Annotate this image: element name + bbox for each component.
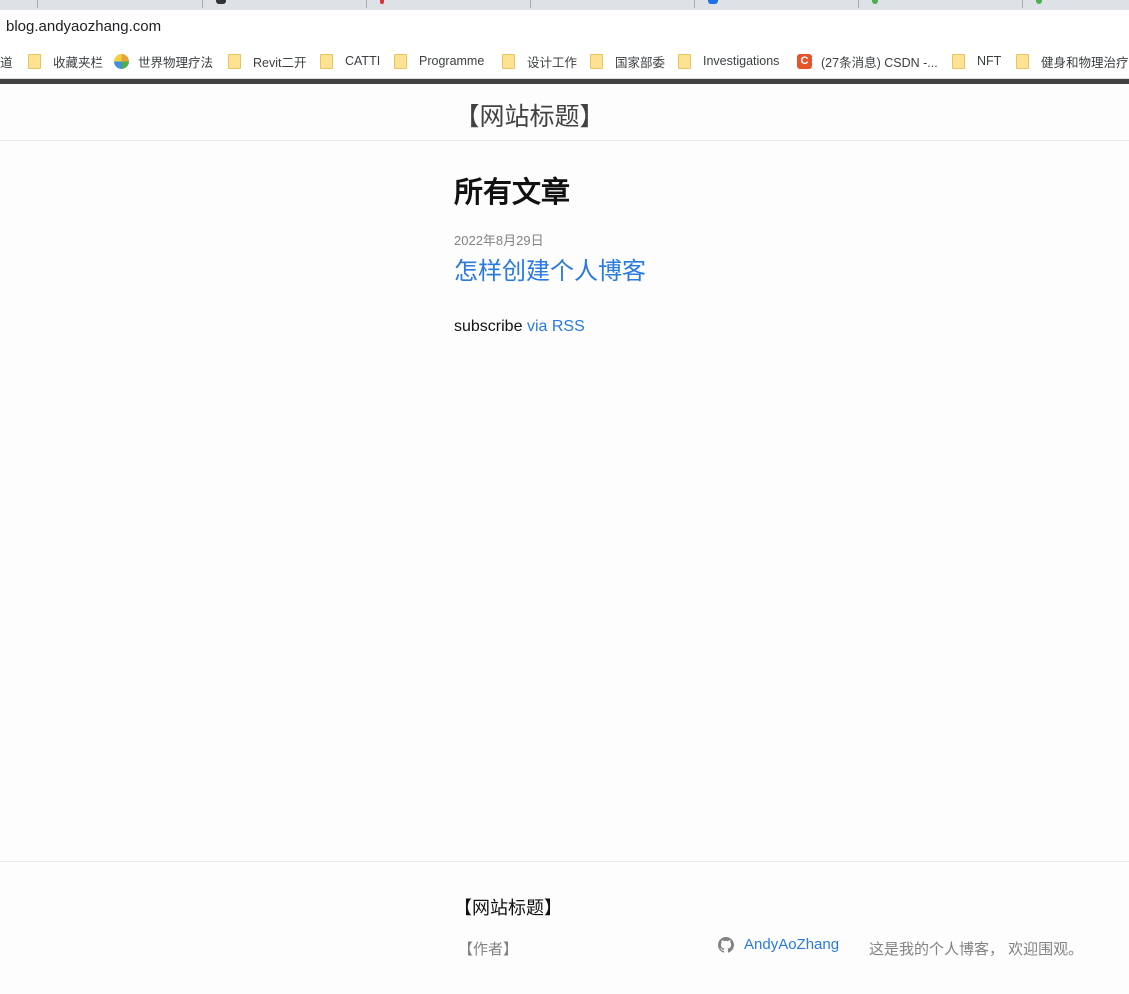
github-icon — [718, 936, 734, 953]
rss-link[interactable]: via RSS — [527, 318, 585, 335]
url-text[interactable]: blog.andyaozhang.com — [6, 18, 161, 35]
folder-icon — [1016, 53, 1029, 69]
page-content: 所有文章 2022年8月29日 怎样创建个人博客 subscribe via R… — [454, 170, 1074, 352]
bookmark-label: 道 — [0, 55, 13, 70]
tab-favicon[interactable] — [380, 0, 384, 4]
bookmark-label: CATTI — [345, 54, 381, 68]
tab-separator — [202, 0, 203, 8]
bookmarks-bar: 道 收藏夹栏 世界物理疗法 Revit二开 CATTI Programme 设计… — [0, 42, 1129, 79]
browser-tab-strip — [0, 0, 1129, 10]
bookmark-item[interactable]: C (27条消息) CSDN -... — [797, 52, 938, 70]
bookmark-item[interactable]: NFT — [952, 52, 1001, 70]
tab-favicon[interactable] — [216, 0, 226, 4]
github-link[interactable]: AndyAoZhang — [718, 936, 839, 953]
bookmark-label: 国家部委 — [615, 55, 666, 70]
page-title: 所有文章 — [454, 177, 571, 209]
bookmark-item[interactable]: 收藏夹栏 — [28, 52, 103, 70]
bookmark-label: 设计工作 — [527, 55, 578, 70]
folder-icon — [502, 53, 515, 69]
tab-favicon[interactable] — [1036, 0, 1042, 4]
bookmark-label: Investigations — [703, 54, 780, 68]
folder-icon — [320, 53, 333, 69]
tab-favicon[interactable] — [708, 0, 718, 4]
bookmark-label: 世界物理疗法 — [138, 55, 214, 70]
bookmark-item[interactable]: 健身和物理治疗 — [1016, 52, 1129, 70]
bookmark-item[interactable]: 世界物理疗法 — [114, 52, 213, 70]
post-date: 2022年8月29日 — [454, 233, 544, 248]
bookmark-label: Programme — [419, 54, 485, 68]
footer-description: 这是我的个人博客， 欢迎围观。 — [869, 941, 1084, 958]
bookmark-label: (27条消息) CSDN -... — [821, 55, 938, 70]
bookmark-item[interactable]: Investigations — [678, 52, 779, 70]
tab-separator — [37, 0, 38, 8]
tab-separator — [858, 0, 859, 8]
post-title-link[interactable]: 怎样创建个人博客 — [454, 251, 1074, 286]
bookmark-item[interactable]: Programme — [394, 52, 484, 70]
csdn-icon: C — [797, 53, 812, 69]
bookmark-label: NFT — [977, 54, 1002, 68]
folder-icon — [394, 53, 407, 69]
folder-icon — [228, 53, 241, 69]
bookmark-item[interactable]: Revit二开 — [228, 52, 306, 70]
tab-favicon[interactable] — [872, 0, 878, 4]
bookmark-label: 收藏夹栏 — [53, 55, 104, 70]
footer-author: 【作者】 — [458, 941, 519, 958]
bookmark-label: Revit二开 — [253, 55, 307, 70]
bookmark-item[interactable]: CATTI — [320, 52, 380, 70]
address-bar[interactable]: blog.andyaozhang.com — [0, 10, 1129, 42]
rss-subscribe: subscribe via RSS — [454, 318, 1074, 336]
bookmark-item[interactable]: 设计工作 — [502, 52, 577, 70]
site-title-link[interactable]: 【网站标题】 — [0, 97, 1059, 133]
tab-separator — [366, 0, 367, 8]
github-username[interactable]: AndyAoZhang — [744, 936, 839, 953]
folder-icon — [28, 53, 41, 69]
bookmark-item[interactable]: 国家部委 — [590, 52, 665, 70]
bookmark-label: 健身和物理治疗 — [1041, 55, 1129, 70]
bookmark-item[interactable]: 道 — [0, 52, 13, 70]
tab-separator — [694, 0, 695, 8]
folder-icon — [590, 53, 603, 69]
site-footer: 【网站标题】 【作者】 AndyAoZhang 这是我的个人博客， 欢迎围观。 — [0, 861, 1129, 994]
tab-separator — [1022, 0, 1023, 8]
footer-heading: 【网站标题】 — [454, 898, 562, 918]
rss-prefix: subscribe — [454, 318, 523, 335]
folder-icon — [952, 53, 965, 69]
tab-separator — [530, 0, 531, 8]
folder-icon — [678, 53, 691, 69]
site-header: 【网站标题】 — [0, 84, 1129, 141]
globe-icon — [114, 53, 129, 69]
